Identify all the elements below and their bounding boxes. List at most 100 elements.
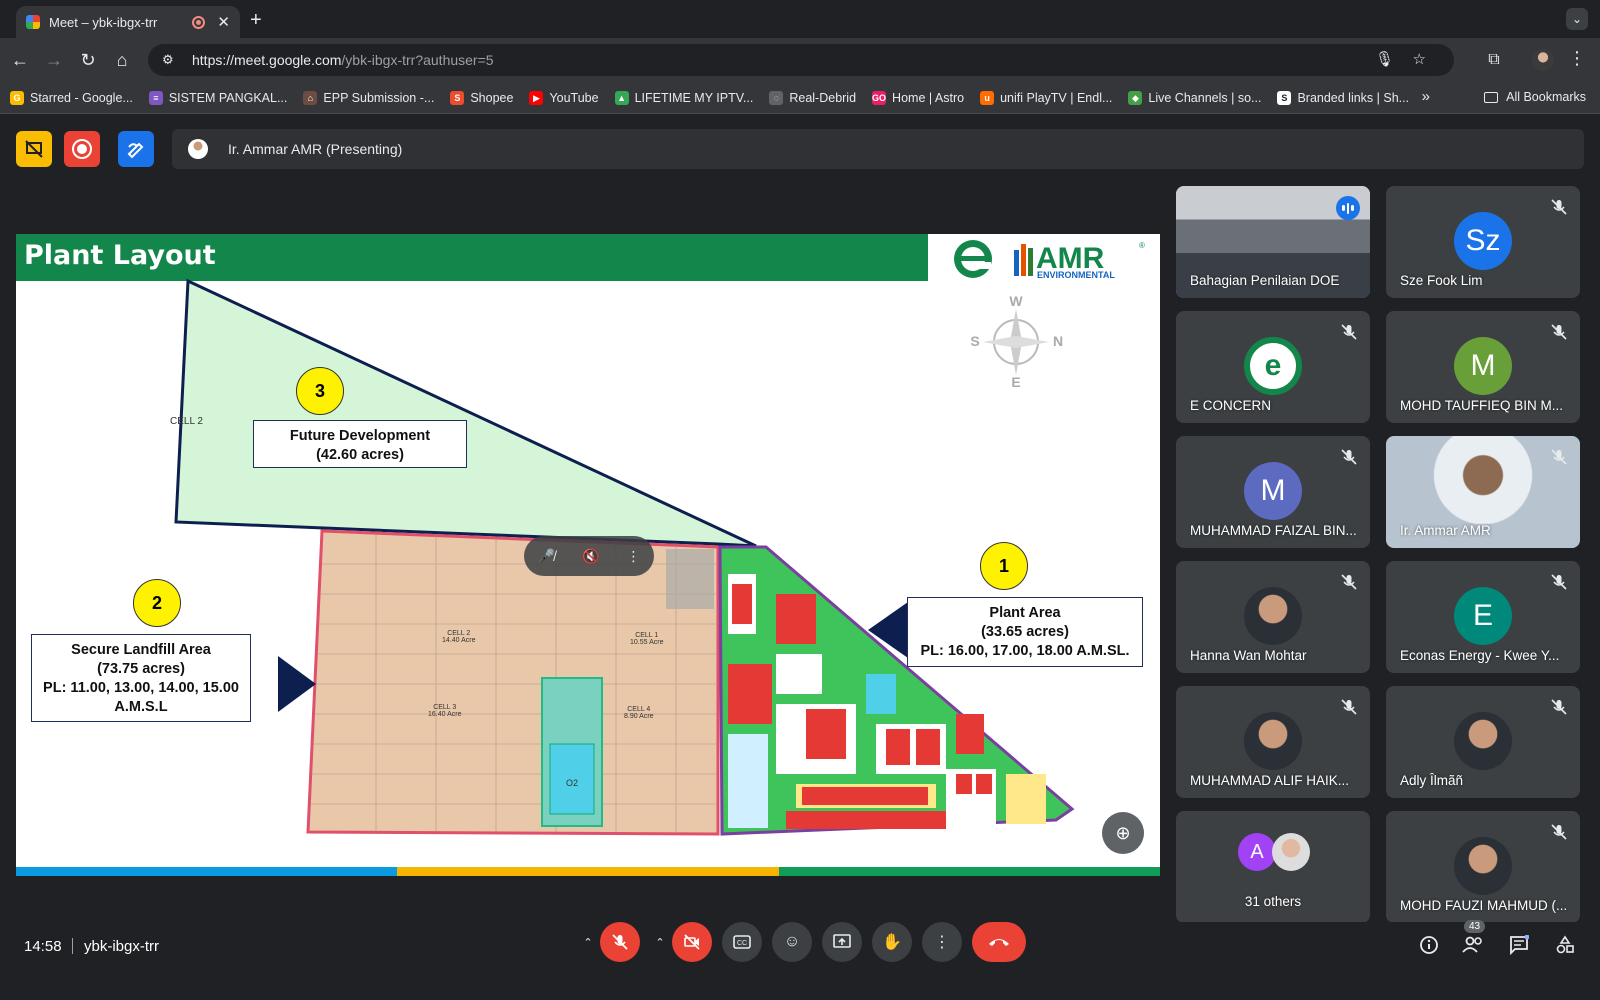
- bookmark-item[interactable]: ⌂ EPP Submission -...: [303, 90, 435, 105]
- present-screen-icon: [833, 934, 851, 948]
- participant-name: Adly Îlmãñ: [1400, 773, 1464, 788]
- bookmark-star-icon[interactable]: ☆: [1413, 50, 1426, 68]
- host-controls-button[interactable]: [16, 131, 52, 167]
- volume-off-icon[interactable]: 🔇: [582, 548, 599, 565]
- bookmark-label: Real-Debrid: [789, 90, 857, 105]
- more-options-icon[interactable]: ⋮: [626, 548, 640, 565]
- microphone-icon[interactable]: 🎙: [1375, 50, 1394, 68]
- participant-tile[interactable]: Hanna Wan Mohtar: [1176, 561, 1370, 673]
- cell-2-label: CELL 2 14.40 Acre: [442, 630, 476, 644]
- forward-icon[interactable]: →: [42, 48, 66, 72]
- bookmark-item[interactable]: ◆ Live Channels | so...: [1128, 90, 1262, 105]
- meeting-details-button[interactable]: [1416, 932, 1442, 958]
- mic-off-icon: [1550, 698, 1568, 716]
- landfill-arrow-icon: [278, 656, 316, 712]
- participant-tile[interactable]: Sz Sze Fook Lim: [1386, 186, 1580, 298]
- all-bookmarks-label: All Bookmarks: [1506, 90, 1586, 104]
- all-bookmarks-button[interactable]: All Bookmarks: [1484, 90, 1586, 104]
- captions-button[interactable]: CC: [722, 922, 762, 962]
- participant-name: Sze Fook Lim: [1400, 273, 1483, 288]
- audio-options-caret[interactable]: ⌃: [576, 922, 600, 962]
- tab-close-icon[interactable]: ✕: [217, 13, 230, 31]
- leave-call-button[interactable]: [972, 922, 1026, 962]
- home-icon[interactable]: ⌂: [110, 48, 134, 72]
- annotate-button[interactable]: [118, 131, 154, 167]
- meet-top-bar: Ir. Ammar AMR (Presenting): [0, 114, 1600, 184]
- bookmark-favicon-icon: ▶: [529, 90, 544, 105]
- recording-button[interactable]: [64, 131, 100, 167]
- compass-n: N: [1053, 333, 1063, 349]
- bookmark-item[interactable]: ▲ LIFETIME MY IPTV...: [614, 90, 754, 105]
- site-info-icon[interactable]: ⚙: [162, 52, 180, 68]
- bookmark-item[interactable]: u unifi PlayTV | Endl...: [980, 90, 1112, 105]
- back-icon[interactable]: ←: [8, 48, 32, 72]
- zoom-icon[interactable]: ⊕: [1102, 812, 1144, 854]
- bookmark-label: Live Channels | so...: [1148, 90, 1262, 105]
- mic-off-icon: [1340, 698, 1358, 716]
- participant-tile[interactable]: e E CONCERN: [1176, 311, 1370, 423]
- camera-toggle-button[interactable]: [672, 922, 712, 962]
- address-bar[interactable]: ⚙ https://meet.google.com/ybk-ibgx-trr?a…: [148, 44, 1454, 76]
- participant-tile[interactable]: Adly Îlmãñ: [1386, 686, 1580, 798]
- tab-title: Meet – ybk-ibgx-trr: [49, 14, 158, 30]
- footer-yellow: [397, 867, 779, 876]
- bookmark-favicon-icon: ⌂: [303, 90, 318, 105]
- people-button[interactable]: 43: [1460, 920, 1486, 958]
- bookmark-label: EPP Submission -...: [323, 90, 435, 105]
- participant-tile[interactable]: MOHD FAUZI MAHMUD (...: [1386, 811, 1580, 923]
- participant-photo: [1244, 587, 1302, 645]
- extensions-icon[interactable]: ⧉: [1482, 48, 1506, 72]
- bookmark-item[interactable]: S Shopee: [450, 90, 513, 105]
- present-button[interactable]: [822, 922, 862, 962]
- tab-search-icon[interactable]: ⌄: [1566, 8, 1588, 30]
- raise-hand-button[interactable]: ✋: [872, 922, 912, 962]
- bookmark-label: LIFETIME MY IPTV...: [634, 90, 754, 105]
- bookmark-favicon-icon: ▲: [614, 90, 629, 105]
- mic-toggle-button[interactable]: [600, 922, 640, 962]
- bookmark-item[interactable]: S Branded links | Sh...: [1277, 90, 1409, 105]
- info-icon: [1420, 936, 1438, 954]
- participant-tile[interactable]: M MOHD TAUFFIEQ BIN M...: [1386, 311, 1580, 423]
- slide-footer-band: [16, 867, 1160, 876]
- people-count-badge: 43: [1464, 920, 1486, 933]
- cell-label-2: CELL 2: [170, 416, 203, 427]
- bookmark-item[interactable]: G Starred - Google...: [10, 90, 133, 105]
- participant-tile[interactable]: MUHAMMAD ALIF HAIK...: [1176, 686, 1370, 798]
- cell-1-label: CELL 1 10.55 Acre: [630, 632, 664, 646]
- participant-initials-avatar: E: [1454, 587, 1512, 645]
- participant-tile[interactable]: M MUHAMMAD FAIZAL BIN...: [1176, 436, 1370, 548]
- browser-menu-icon[interactable]: ⋮: [1568, 48, 1586, 69]
- svg-text:CC: CC: [737, 940, 747, 947]
- bookmark-item[interactable]: ≡ SISTEM PANGKAL...: [148, 90, 287, 105]
- bookmark-item[interactable]: ▶ YouTube: [529, 90, 599, 105]
- more-bookmarks-icon[interactable]: »: [1422, 88, 1430, 105]
- video-options-caret[interactable]: ⌃: [648, 922, 672, 962]
- divider: [72, 938, 73, 954]
- area-3-label: Future Development (42.60 acres): [253, 420, 467, 468]
- participant-initials-avatar: M: [1244, 462, 1302, 520]
- profile-avatar[interactable]: [1532, 49, 1554, 71]
- presenter-tile-overlay[interactable]: 🎤̸ 🔇 ⋮: [524, 536, 654, 576]
- reactions-button[interactable]: ☺: [772, 922, 812, 962]
- bookmark-item[interactable]: ◌ Real-Debrid: [769, 90, 857, 105]
- new-tab-button[interactable]: +: [250, 9, 262, 32]
- bookmark-favicon-icon: S: [450, 90, 465, 105]
- mic-off-icon[interactable]: 🎤̸: [538, 548, 555, 565]
- bookmark-item[interactable]: GO Home | Astro: [872, 90, 965, 105]
- bookmark-label: YouTube: [549, 90, 599, 105]
- participant-tile[interactable]: E Econas Energy - Kwee Y...: [1386, 561, 1580, 673]
- participant-tile[interactable]: A 31 others: [1176, 811, 1370, 923]
- chat-button[interactable]: [1506, 932, 1532, 958]
- more-options-button[interactable]: ⋮: [922, 922, 962, 962]
- participant-tile[interactable]: Bahagian Penilaian DOE: [1176, 186, 1370, 298]
- mic-off-icon: [1550, 448, 1568, 466]
- reload-icon[interactable]: ↻: [76, 48, 100, 72]
- activities-button[interactable]: [1552, 932, 1578, 958]
- mic-off-icon: [612, 934, 628, 950]
- area-3-acres: (42.60 acres): [316, 447, 404, 463]
- bookmark-label: Home | Astro: [892, 90, 965, 105]
- url-path: /ybk-ibgx-trr?authuser=5: [341, 52, 494, 68]
- mic-off-icon: [1340, 323, 1358, 341]
- browser-tab[interactable]: Meet – ybk-ibgx-trr ✕: [16, 6, 240, 38]
- participant-tile[interactable]: Ir. Ammar AMR: [1386, 436, 1580, 548]
